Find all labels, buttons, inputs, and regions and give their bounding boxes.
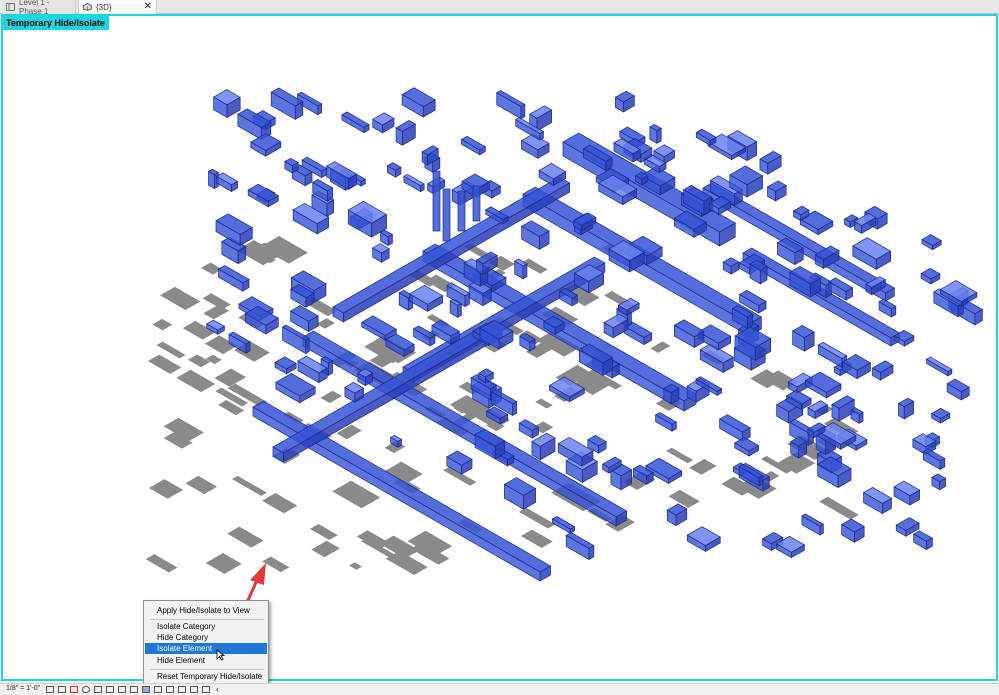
analytical-model-icon[interactable] — [190, 686, 198, 693]
3d-view-icon — [83, 3, 92, 11]
menu-item-apply-hide-isolate[interactable]: Apply Hide/Isolate to View — [145, 605, 267, 616]
close-icon[interactable]: ✕ — [144, 1, 152, 12]
temporary-hide-isolate-icon[interactable] — [142, 686, 150, 693]
menu-item-isolate-element[interactable]: Isolate Element — [145, 643, 267, 654]
view-scale[interactable]: 1/8" = 1'-0" — [6, 685, 40, 692]
hvac-duct-model[interactable] — [3, 16, 996, 679]
shadows-icon[interactable] — [82, 686, 90, 693]
tab-3d-view[interactable]: {3D} ✕ — [78, 0, 157, 14]
menu-item-isolate-category[interactable]: Isolate Category — [145, 621, 267, 632]
crop-view-icon[interactable] — [106, 686, 114, 693]
temporary-view-properties-icon[interactable] — [178, 686, 186, 693]
visual-style-icon[interactable] — [58, 686, 66, 693]
collapse-arrow-icon[interactable]: ‹ — [216, 684, 219, 694]
menu-separator — [150, 669, 264, 670]
duct-network — [205, 87, 984, 582]
menu-item-reset-temporary-hide-isolate[interactable]: Reset Temporary Hide/Isolate — [145, 671, 267, 682]
lock-3d-view-icon[interactable] — [130, 686, 138, 693]
reveal-hidden-elements-icon[interactable] — [154, 686, 162, 693]
tab-level-1-phase-1[interactable]: Level 1 - Phase 1 — [2, 0, 76, 16]
worksharing-display-icon[interactable] — [166, 686, 174, 693]
floor-plan-icon — [6, 3, 15, 11]
menu-separator — [150, 619, 264, 620]
context-menu: Apply Hide/Isolate to View Isolate Categ… — [143, 600, 269, 684]
view-control-bar: 1/8" = 1'-0" ‹ — [0, 683, 999, 695]
tab-label: {3D} — [96, 2, 112, 12]
menu-item-hide-element[interactable]: Hide Element — [145, 655, 267, 666]
sun-path-icon[interactable] — [70, 686, 78, 693]
3d-viewport[interactable]: Temporary Hide/Isolate — [1, 14, 998, 681]
rendering-icon[interactable] — [94, 686, 102, 693]
view-tab-bar: Level 1 - Phase 1 {3D} ✕ — [0, 0, 999, 16]
detail-level-icon[interactable] — [46, 686, 54, 693]
menu-item-hide-category[interactable]: Hide Category — [145, 632, 267, 643]
mouse-cursor-icon — [216, 649, 225, 661]
highlight-displacement-icon[interactable] — [202, 686, 210, 693]
show-crop-region-icon[interactable] — [118, 686, 126, 693]
